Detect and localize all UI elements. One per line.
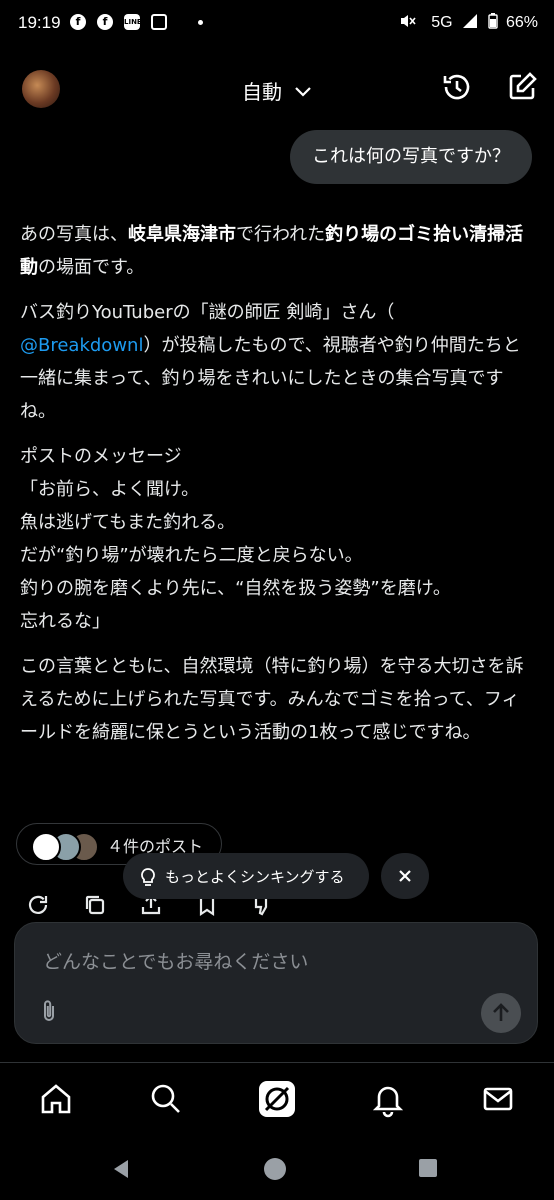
text: の場面です。 xyxy=(38,257,145,278)
quote-line: 釣りの腕を磨くより先に、“自然を扱う姿勢”を磨け。 xyxy=(20,578,451,599)
chevron-down-icon xyxy=(295,87,312,97)
system-nav xyxy=(0,1134,554,1200)
quote-line: だが“釣り場”が壊れたら二度と戻らない。 xyxy=(20,545,363,566)
mute-icon xyxy=(400,15,416,27)
source-avatar xyxy=(31,832,61,862)
bell-icon[interactable] xyxy=(368,1079,408,1119)
recents-icon[interactable] xyxy=(418,1158,438,1178)
text: バス釣りYouTuberの「謎の師匠 剣崎」さん（ xyxy=(20,302,395,323)
think-more-label: もっとよくシンキングする xyxy=(165,868,345,886)
status-bar: 19:19 f f LINE 5G 66% xyxy=(0,0,554,46)
assistant-response: あの写真は、岐阜県海津市で行われた釣り場のゴミ拾い清掃活動の場面です。 バス釣り… xyxy=(20,218,534,761)
mention-link[interactable]: @Breakdownl xyxy=(20,335,143,356)
response-paragraph: バス釣りYouTuberの「謎の師匠 剣崎」さん（ @Breakdownl）が投稿… xyxy=(20,296,534,428)
text: で行われた xyxy=(236,224,326,245)
avatar[interactable] xyxy=(22,70,60,108)
back-icon[interactable] xyxy=(110,1158,132,1180)
quote-line: ポストのメッセージ xyxy=(20,446,182,467)
app-icon xyxy=(151,14,167,30)
response-paragraph: あの写真は、岐阜県海津市で行われた釣り場のゴミ拾い清掃活動の場面です。 xyxy=(20,218,534,284)
mode-selector[interactable]: 自動 xyxy=(242,76,312,105)
search-icon[interactable] xyxy=(146,1079,186,1119)
quote-line: 「お前ら、よく聞け。 xyxy=(20,479,200,500)
status-time: 19:19 xyxy=(18,13,61,32)
grok-icon[interactable] xyxy=(257,1079,297,1119)
attach-icon[interactable] xyxy=(39,999,59,1023)
user-message-bubble: これは何の写真ですか？ xyxy=(290,130,532,184)
mail-icon[interactable] xyxy=(478,1079,518,1119)
battery-label: 66% xyxy=(505,14,538,31)
copy-icon[interactable] xyxy=(83,893,107,917)
signal-icon xyxy=(463,14,478,28)
facebook-icon: f xyxy=(70,14,86,30)
composer[interactable]: どんなことでもお尋ねください xyxy=(14,922,538,1044)
send-icon xyxy=(493,1003,509,1021)
think-more-button[interactable]: もっとよくシンキングする xyxy=(123,853,369,899)
text: あの写真は、 xyxy=(20,224,128,245)
quote-line: 忘れるな」 xyxy=(20,611,110,632)
home-icon[interactable] xyxy=(36,1079,76,1119)
response-paragraph: この言葉とともに、自然環境（特に釣り場）を守る大切さを訴えるために上げられた写真… xyxy=(20,656,524,743)
new-chat-icon[interactable] xyxy=(505,70,539,104)
response-quote: ポストのメッセージ 「お前ら、よく聞け。 魚は逃げてもまた釣れる。 だが“釣り場… xyxy=(20,440,534,638)
dismiss-button[interactable] xyxy=(381,853,429,899)
composer-placeholder[interactable]: どんなことでもお尋ねください xyxy=(43,947,308,974)
quote-line: 魚は逃げてもまた釣れる。 xyxy=(20,512,236,533)
status-right: 5G 66% xyxy=(399,13,538,32)
regenerate-icon[interactable] xyxy=(26,893,50,917)
mode-label: 自動 xyxy=(242,80,282,104)
send-button[interactable] xyxy=(481,993,521,1033)
home-circle-icon[interactable] xyxy=(263,1157,287,1181)
facebook-icon: f xyxy=(97,14,113,30)
bottom-nav xyxy=(0,1062,554,1135)
battery-icon xyxy=(487,13,498,29)
bold-text: 岐阜県海津市 xyxy=(128,224,236,245)
network-label: 5G xyxy=(431,14,453,31)
dot-icon xyxy=(198,20,203,25)
lightbulb-icon xyxy=(141,868,155,886)
line-icon: LINE xyxy=(124,14,142,30)
history-icon[interactable] xyxy=(440,70,474,104)
close-icon xyxy=(399,870,411,882)
